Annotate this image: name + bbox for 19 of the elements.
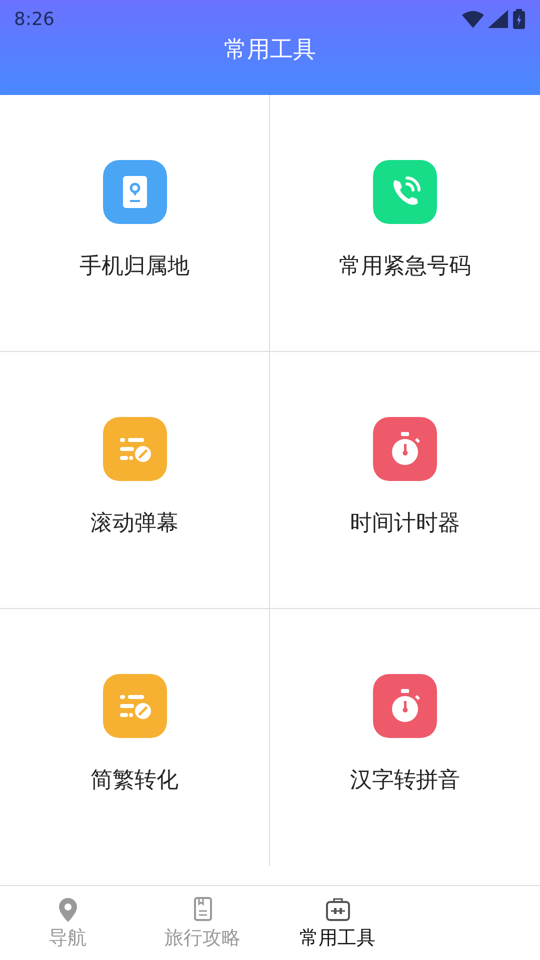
signal-icon — [488, 10, 508, 28]
stopwatch-icon[interactable] — [373, 417, 437, 481]
tool-label[interactable]: 手机归属地 — [80, 251, 190, 281]
list-edit-icon[interactable] — [102, 417, 166, 481]
battery-icon — [512, 9, 526, 29]
tool-label[interactable]: 简繁转化 — [90, 765, 178, 795]
wifi-icon — [462, 10, 484, 28]
phone-icon[interactable] — [373, 160, 437, 224]
tool-label[interactable]: 时间计时器 — [350, 508, 460, 538]
list-edit-icon[interactable] — [102, 674, 166, 738]
location-card-icon[interactable] — [102, 160, 166, 224]
stopwatch-icon[interactable] — [373, 674, 437, 738]
tool-label[interactable]: 滚动弹幕 — [90, 508, 178, 538]
toolbox-icon — [324, 895, 352, 923]
nav-tab[interactable]: 常用工具 — [270, 886, 405, 960]
page-title: 常用工具 — [224, 36, 316, 65]
status-time: 8:26 — [14, 8, 54, 30]
tool-label[interactable]: 常用紧急号码 — [339, 251, 471, 281]
tool-label[interactable]: 汉字转拼音 — [350, 765, 460, 795]
